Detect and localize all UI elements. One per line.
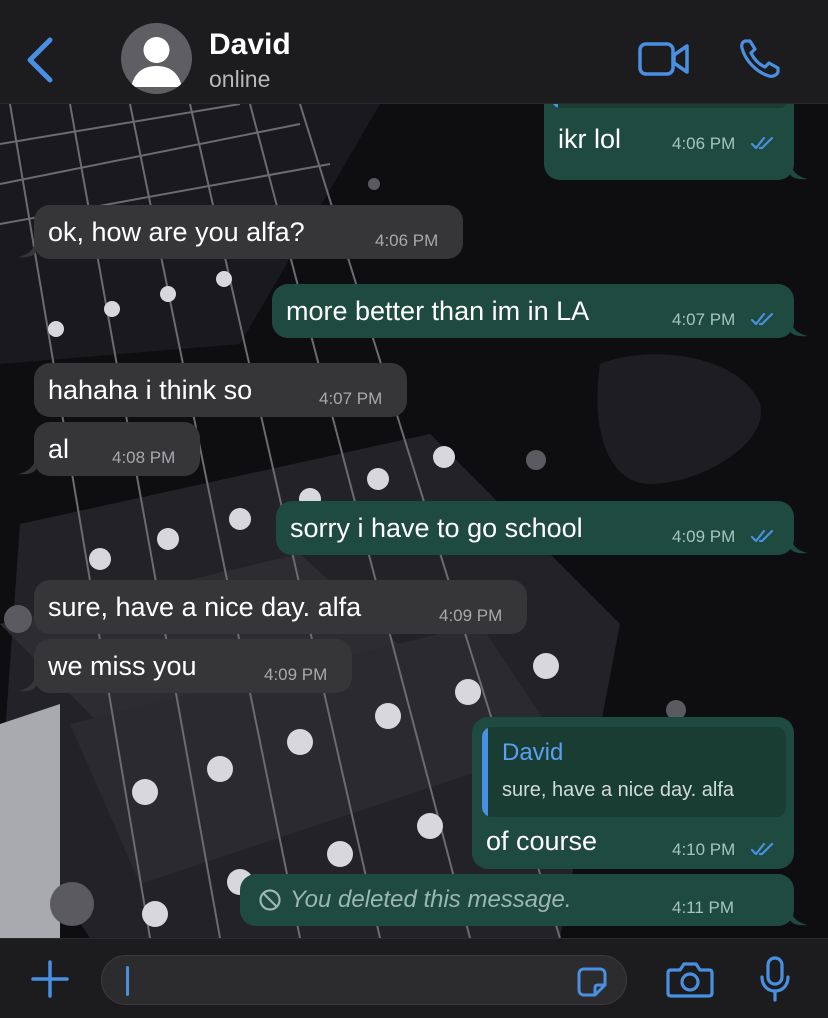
message-input[interactable] [101, 955, 627, 1005]
message-text: more better than im in LA [286, 296, 590, 326]
text-caret [126, 966, 129, 996]
message-input-bar [0, 938, 828, 1018]
message-text: we miss you [48, 651, 197, 681]
message-time: 4:07 PM [319, 389, 383, 408]
quote-author: David [502, 739, 564, 766]
message-time: 4:09 PM [264, 665, 328, 684]
read-ticks-icon [750, 312, 774, 326]
message-text: sorry i have to go school [290, 513, 583, 543]
message-time: 4:11 PM [672, 898, 735, 917]
contact-name[interactable]: David [209, 28, 291, 62]
message-text: ikr lol [558, 124, 622, 154]
message-time: 4:07 PM [672, 310, 736, 329]
quoted-message[interactable]: David sure, have a nice day. alfa [482, 727, 786, 817]
message-text: ok, how are you alfa? [48, 217, 305, 247]
chevron-left-icon[interactable] [22, 36, 58, 84]
bubble-tail [18, 674, 36, 692]
camera-icon[interactable] [666, 959, 714, 1004]
bubble-tail [790, 162, 808, 180]
message-time: 4:09 PM [439, 606, 503, 625]
message-time: 4:10 PM [672, 840, 736, 859]
message-text: al [48, 434, 70, 464]
bubble-tail [18, 240, 36, 258]
quote-bar [482, 727, 488, 817]
message-deleted[interactable]: You deleted this message. 4:11 PM [240, 874, 794, 926]
message-text: You deleted this message. [290, 886, 572, 913]
chat-area[interactable]: ikr lol 4:06 PM ok, how are you alfa? 4:… [0, 104, 828, 938]
message-incoming[interactable]: hahaha i think so 4:07 PM [34, 363, 407, 417]
bubble-tail [18, 457, 36, 475]
message-outgoing[interactable]: ikr lol 4:06 PM [544, 104, 794, 180]
message-time: 4:08 PM [112, 448, 176, 467]
message-incoming[interactable]: sure, have a nice day. alfa 4:09 PM [34, 580, 527, 634]
chat-header: David online [0, 0, 828, 104]
message-incoming[interactable]: ok, how are you alfa? 4:06 PM [34, 205, 463, 259]
read-ticks-icon [750, 842, 774, 856]
bubble-tail [790, 908, 808, 926]
message-text: hahaha i think so [48, 375, 253, 405]
bubble-tail [790, 536, 808, 554]
message-incoming[interactable]: we miss you 4:09 PM [34, 639, 352, 693]
message-text: of course [486, 826, 598, 856]
bubble-tail [790, 319, 808, 337]
read-ticks-icon [750, 529, 774, 543]
plus-icon[interactable] [30, 959, 70, 1004]
quoted-message-partial [552, 104, 788, 108]
message-outgoing[interactable]: sorry i have to go school 4:09 PM [276, 501, 794, 555]
contact-status: online [209, 66, 271, 92]
phone-icon[interactable] [738, 38, 782, 85]
message-outgoing-reply[interactable]: David sure, have a nice day. alfa of cou… [472, 717, 794, 869]
message-incoming[interactable]: al 4:08 PM [34, 422, 200, 476]
message-outgoing[interactable]: more better than im in LA 4:07 PM [272, 284, 794, 338]
message-time: 4:06 PM [375, 231, 439, 250]
quote-text: sure, have a nice day. alfa [502, 779, 734, 801]
message-time: 4:06 PM [672, 134, 736, 153]
prohibited-icon [259, 889, 281, 911]
microphone-icon[interactable] [758, 955, 792, 1008]
sticker-icon[interactable] [576, 966, 608, 1003]
read-ticks-icon [750, 136, 774, 150]
message-time: 4:09 PM [672, 527, 736, 546]
message-text: sure, have a nice day. alfa [48, 592, 362, 622]
video-camera-icon[interactable] [638, 41, 690, 82]
avatar[interactable] [121, 23, 192, 94]
